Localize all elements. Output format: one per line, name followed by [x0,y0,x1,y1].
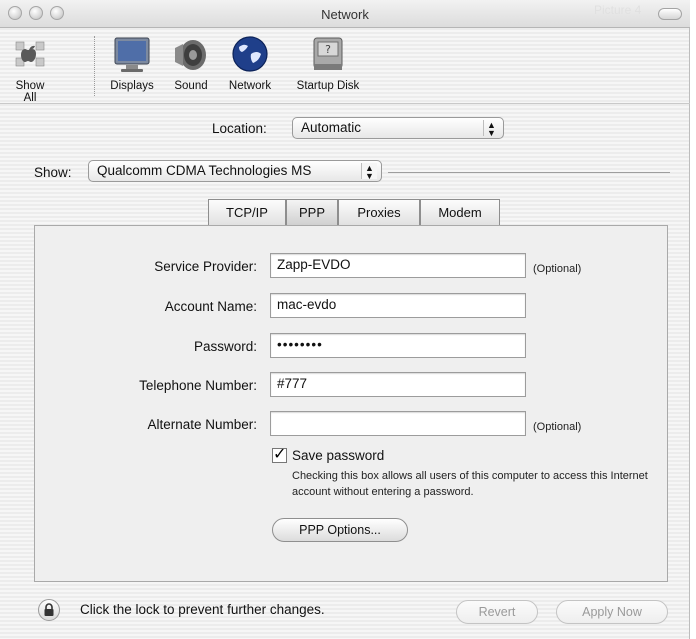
service-provider-label: Service Provider: [154,259,257,274]
tab-label: Proxies [357,205,401,220]
tab-ppp[interactable]: PPP [286,199,338,225]
alternate-number-field[interactable] [270,411,526,436]
toolbar-label-startup-disk: Startup Disk [296,80,360,92]
toolbar-separator [94,36,95,96]
location-popup[interactable]: Automatic ▲ ▼ [292,117,504,139]
account-name-field[interactable]: mac-evdo [270,293,526,318]
password-label: Password: [193,339,257,354]
optional-note: (Optional) [533,421,582,433]
tab-label: PPP [298,205,325,220]
globe-icon [230,34,270,74]
apple-show-all-icon [10,34,50,74]
password-field[interactable]: •••••••• [270,333,526,358]
toolbar-toggle-button[interactable] [658,8,682,20]
lock-message: Click the lock to prevent further change… [80,602,325,617]
show-value: Qualcomm CDMA Technologies MS [97,163,312,178]
save-password-note: Checking this box allows all users of th… [292,470,648,498]
tab-tcpip[interactable]: TCP/IP [208,199,286,225]
toolbar-network[interactable]: Network [222,34,278,92]
window-title: Network [321,7,369,22]
show-label: Show: [34,165,72,180]
toolbar-label-sound: Sound [174,80,208,92]
apply-now-button[interactable]: Apply Now [556,600,668,624]
toolbar-displays[interactable]: Displays [104,34,160,92]
tab-label: Modem [438,205,482,220]
account-name-label: Account Name: [164,299,257,314]
location-label: Location: [212,121,267,136]
separator-line [388,172,670,173]
tab-label: TCP/IP [226,205,268,220]
network-preferences-window: Network Picture 4 Show All Displays Soun… [0,0,690,639]
toolbar-label-displays: Displays [110,80,154,92]
checkmark-icon: ✓ [273,446,287,463]
speaker-icon [171,34,211,74]
revert-button[interactable]: Revert [456,600,538,624]
toolbar-sound[interactable]: Sound [168,34,214,92]
hard-disk-icon: ? [308,34,348,74]
popup-arrows-icon: ▲ ▼ [361,163,377,181]
toolbar-startup-disk[interactable]: ? Startup Disk [286,34,370,92]
save-password-checkbox[interactable]: ✓ [272,446,287,463]
show-popup[interactable]: Qualcomm CDMA Technologies MS ▲ ▼ [88,160,382,182]
title-bar: Network Picture 4 [0,0,690,28]
telephone-number-label: Telephone Number: [139,378,257,393]
toolbar-label-show-all: Show All [15,80,45,104]
display-monitor-icon [112,34,152,74]
save-password-label[interactable]: Save password [292,448,384,463]
tab-modem[interactable]: Modem [420,199,500,225]
optional-note: (Optional) [533,263,582,275]
tab-proxies[interactable]: Proxies [338,199,420,225]
screenshot-title-overlay: Picture 4 [594,3,642,17]
svg-text:?: ? [325,43,331,56]
preferences-toolbar: Show All Displays Sound Network ? Startu… [0,28,690,104]
ppp-options-button[interactable]: PPP Options... [272,518,408,542]
popup-arrows-icon: ▲ ▼ [483,120,499,138]
toolbar-label-network: Network [228,80,272,92]
alternate-number-label: Alternate Number: [147,417,257,432]
location-value: Automatic [301,120,362,135]
lock-icon[interactable] [38,599,60,621]
telephone-number-field[interactable]: #777 [270,372,526,397]
toolbar-show-all[interactable]: Show All [8,34,52,104]
service-provider-field[interactable]: Zapp-EVDO [270,253,526,278]
